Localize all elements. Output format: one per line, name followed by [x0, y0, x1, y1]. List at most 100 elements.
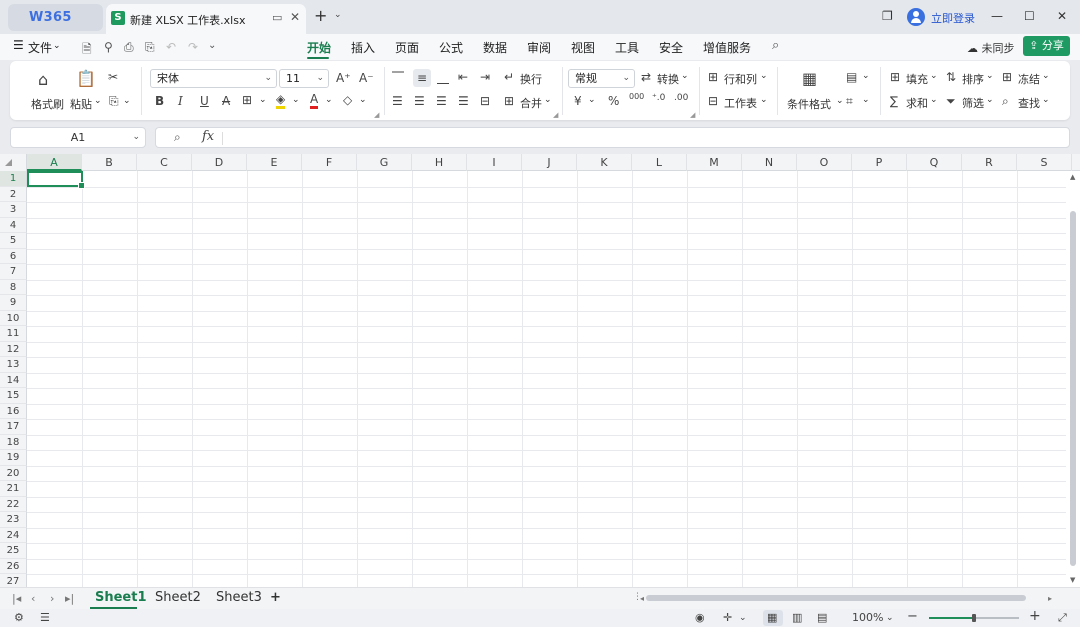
- zoom-level[interactable]: 100%: [852, 611, 883, 624]
- share-link-icon[interactable]: ⚲: [104, 40, 113, 54]
- convert-label[interactable]: 转换: [657, 71, 679, 87]
- align-center-icon[interactable]: ☰: [414, 94, 425, 108]
- paste-label[interactable]: 粘贴: [70, 96, 92, 112]
- page-layout-icon[interactable]: ▥: [792, 611, 802, 624]
- hamburger-icon[interactable]: ☰: [13, 38, 24, 52]
- add-sheet-button[interactable]: +: [270, 590, 281, 605]
- distributed-icon[interactable]: ⊟: [480, 94, 490, 108]
- increase-font-icon[interactable]: A⁺: [336, 71, 351, 85]
- tab-formula[interactable]: 公式: [439, 39, 463, 56]
- row-header-10[interactable]: 10: [0, 310, 27, 326]
- sort-icon[interactable]: ⇅: [946, 70, 956, 84]
- thousands-separator-icon[interactable]: 000: [629, 92, 644, 101]
- tab-review[interactable]: 审阅: [527, 39, 551, 56]
- row-header-19[interactable]: 19: [0, 450, 27, 466]
- filter-label[interactable]: 筛选: [962, 95, 984, 111]
- justify-icon[interactable]: ☰: [458, 94, 469, 108]
- sum-label[interactable]: 求和: [906, 95, 928, 111]
- row-header-25[interactable]: 25: [0, 543, 27, 559]
- rows-columns-label[interactable]: 行和列: [724, 71, 757, 87]
- chevron-down-icon[interactable]: ⌄: [1042, 95, 1050, 105]
- column-header-i[interactable]: I: [467, 154, 522, 171]
- column-header-d[interactable]: D: [192, 154, 247, 171]
- vertical-scrollbar[interactable]: ▲ ▼: [1067, 171, 1080, 588]
- fill-icon[interactable]: ⊞: [890, 70, 900, 84]
- align-right-icon[interactable]: ☰: [436, 94, 447, 108]
- sum-icon[interactable]: ∑: [890, 94, 898, 108]
- monitor-icon[interactable]: ▭: [272, 11, 282, 24]
- row-header-6[interactable]: 6: [0, 248, 27, 264]
- window-restore-icon[interactable]: ❐: [882, 9, 893, 23]
- strikethrough-icon[interactable]: A: [222, 94, 230, 108]
- formula-input[interactable]: ⌕ fx: [155, 127, 1070, 148]
- chevron-down-icon[interactable]: ⌄: [292, 95, 300, 105]
- chevron-down-icon[interactable]: ⌄: [123, 96, 131, 106]
- tab-insert[interactable]: 插入: [351, 39, 375, 56]
- merge-label[interactable]: 合并: [520, 95, 542, 111]
- chevron-down-icon[interactable]: ⌄: [588, 95, 596, 105]
- scroll-right-icon[interactable]: ▸: [1048, 594, 1052, 603]
- macro-icon[interactable]: ⚙: [14, 611, 24, 624]
- chevron-down-icon[interactable]: ⌄: [886, 613, 894, 623]
- sort-label[interactable]: 排序: [962, 71, 984, 87]
- first-sheet-icon[interactable]: |◂: [12, 592, 21, 605]
- tab-page[interactable]: 页面: [395, 39, 419, 56]
- italic-icon[interactable]: I: [178, 94, 183, 108]
- row-header-13[interactable]: 13: [0, 357, 27, 373]
- filter-icon[interactable]: ⏷: [946, 94, 956, 109]
- find-icon[interactable]: ⌕: [1002, 94, 1009, 109]
- tab-security[interactable]: 安全: [659, 39, 683, 56]
- page-break-icon[interactable]: ▤: [817, 611, 827, 624]
- tab-view[interactable]: 视图: [571, 39, 595, 56]
- column-header-o[interactable]: O: [797, 154, 852, 171]
- chevron-down-icon[interactable]: ⌄: [760, 71, 768, 81]
- sheet-tab-sheet3[interactable]: Sheet3: [216, 590, 262, 605]
- align-top-icon[interactable]: ⎺: [392, 70, 404, 85]
- maximize-icon[interactable]: ☐: [1024, 9, 1035, 23]
- login-link[interactable]: 立即登录: [931, 10, 975, 26]
- chevron-down-icon[interactable]: ⌄: [334, 10, 342, 20]
- align-left-icon[interactable]: ☰: [392, 94, 403, 108]
- vertical-scroll-thumb[interactable]: [1070, 211, 1076, 566]
- tab-tools[interactable]: 工具: [615, 39, 639, 56]
- file-menu[interactable]: 文件: [28, 39, 52, 56]
- last-sheet-icon[interactable]: ▸|: [65, 592, 74, 605]
- column-header-n[interactable]: N: [742, 154, 797, 171]
- find-label[interactable]: 查找: [1018, 95, 1040, 111]
- eye-protect-icon[interactable]: ◉: [695, 611, 705, 624]
- row-header-12[interactable]: 12: [0, 341, 27, 357]
- increase-decimal-icon[interactable]: ⁺.0: [652, 93, 665, 103]
- print-preview-icon[interactable]: ⎘: [145, 40, 155, 55]
- row-header-14[interactable]: 14: [0, 372, 27, 388]
- chevron-down-icon[interactable]: ⌄: [681, 71, 689, 81]
- chevron-down-icon[interactable]: ⌄: [930, 95, 938, 105]
- normal-view-icon[interactable]: ▦: [767, 611, 777, 624]
- fill-color-icon[interactable]: ◈: [276, 93, 286, 109]
- name-box[interactable]: A1 ⌄: [10, 127, 146, 148]
- chevron-down-icon[interactable]: ⌄: [986, 71, 994, 81]
- row-header-22[interactable]: 22: [0, 496, 27, 512]
- column-header-a[interactable]: A: [27, 154, 82, 171]
- conditional-format-label[interactable]: 条件格式: [787, 96, 831, 112]
- bold-icon[interactable]: B: [155, 94, 164, 108]
- conditional-format-icon[interactable]: ▦: [802, 69, 817, 88]
- chevron-down-icon[interactable]: ⌄: [208, 40, 216, 51]
- app-logo[interactable]: W365: [29, 10, 72, 25]
- copy-icon[interactable]: ⎘: [109, 94, 119, 109]
- scroll-left-icon[interactable]: ◂: [640, 594, 644, 603]
- chevron-down-icon[interactable]: ⌄: [986, 95, 994, 105]
- column-header-k[interactable]: K: [577, 154, 632, 171]
- chevron-down-icon[interactable]: ⌄: [325, 95, 333, 105]
- rows-columns-icon[interactable]: ⊞: [708, 70, 718, 84]
- column-header-j[interactable]: J: [522, 154, 577, 171]
- font-name-select[interactable]: 宋体 ⌄: [150, 69, 277, 88]
- decrease-font-icon[interactable]: A⁻: [359, 71, 374, 85]
- tab-value-added[interactable]: 增值服务: [703, 39, 751, 56]
- decrease-decimal-icon[interactable]: .00: [674, 93, 688, 103]
- search-icon[interactable]: ⌕: [772, 38, 779, 53]
- column-header-p[interactable]: P: [852, 154, 907, 171]
- column-header-g[interactable]: G: [357, 154, 412, 171]
- freeze-label[interactable]: 冻结: [1018, 71, 1040, 87]
- row-header-16[interactable]: 16: [0, 403, 27, 419]
- row-header-2[interactable]: 2: [0, 186, 27, 202]
